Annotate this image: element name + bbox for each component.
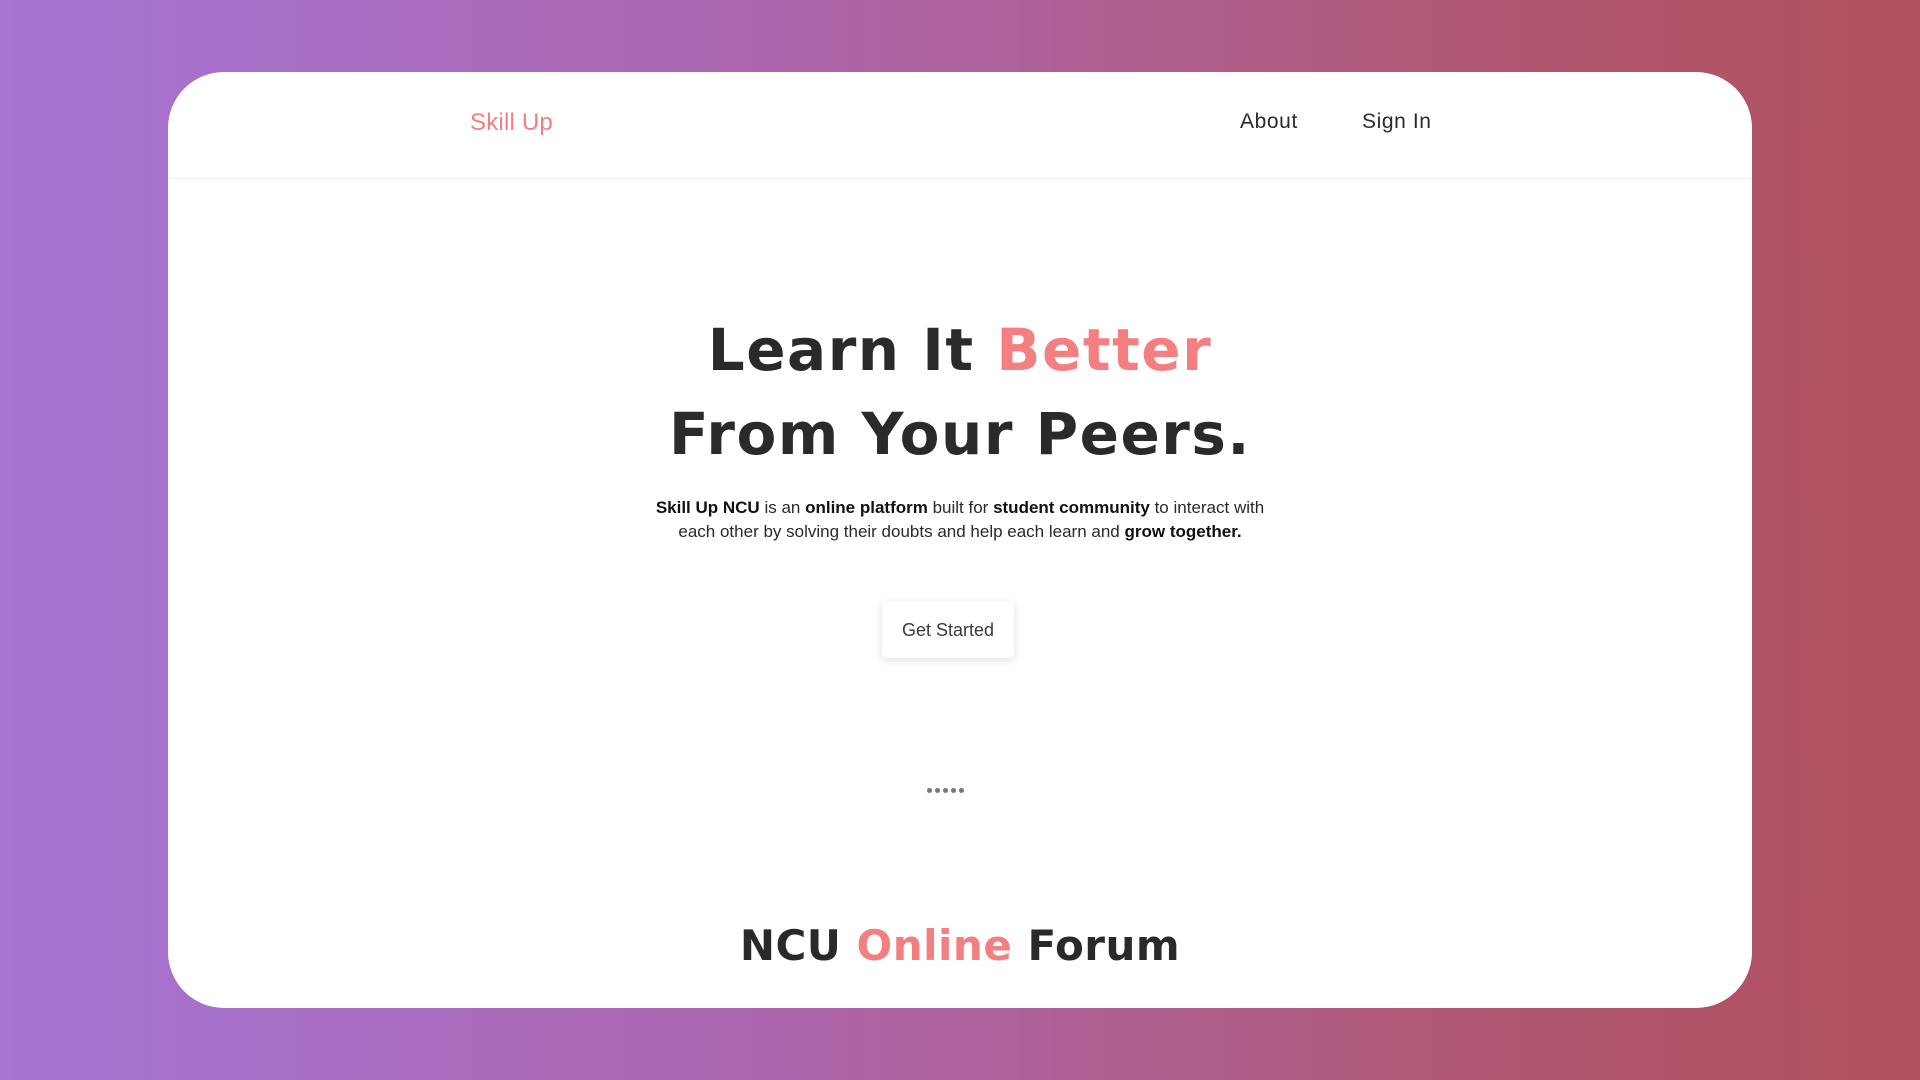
hero-title: Learn It Better From Your Peers.	[168, 308, 1752, 476]
dot	[935, 788, 940, 793]
brand-logo[interactable]: Skill Up	[470, 109, 553, 137]
desc-text: is an	[759, 498, 806, 517]
forum-title-text: Forum	[1012, 921, 1181, 970]
loading-dots-icon	[927, 788, 964, 793]
desc-bold-grow: grow together.	[1124, 522, 1242, 541]
page-card: Skill Up About Sign In Learn It Better F…	[168, 72, 1752, 1008]
dot	[927, 788, 932, 793]
navbar: Skill Up About Sign In	[168, 72, 1752, 179]
dot	[959, 788, 964, 793]
nav-link-about[interactable]: About	[1240, 110, 1298, 134]
desc-bold-platform: online platform	[805, 498, 928, 517]
get-started-button[interactable]: Get Started	[882, 602, 1014, 658]
forum-title-accent: Online	[856, 921, 1013, 970]
nav-link-sign-in[interactable]: Sign In	[1362, 110, 1432, 134]
hero-title-accent: Better	[996, 316, 1213, 384]
hero-title-line2: From Your Peers.	[669, 400, 1251, 468]
dot	[943, 788, 948, 793]
hero-description: Skill Up NCU is an online platform built…	[648, 496, 1272, 544]
forum-section-title: NCU Online Forum	[168, 918, 1752, 974]
hero-title-text: Learn It	[707, 316, 997, 384]
hero-title-line1: Learn It Better	[708, 316, 1212, 384]
dot	[951, 788, 956, 793]
forum-title-text: NCU	[739, 921, 857, 970]
desc-bold-brand: Skill Up NCU	[655, 498, 760, 517]
desc-bold-community: student community	[993, 498, 1150, 517]
desc-text: built for	[927, 498, 994, 517]
